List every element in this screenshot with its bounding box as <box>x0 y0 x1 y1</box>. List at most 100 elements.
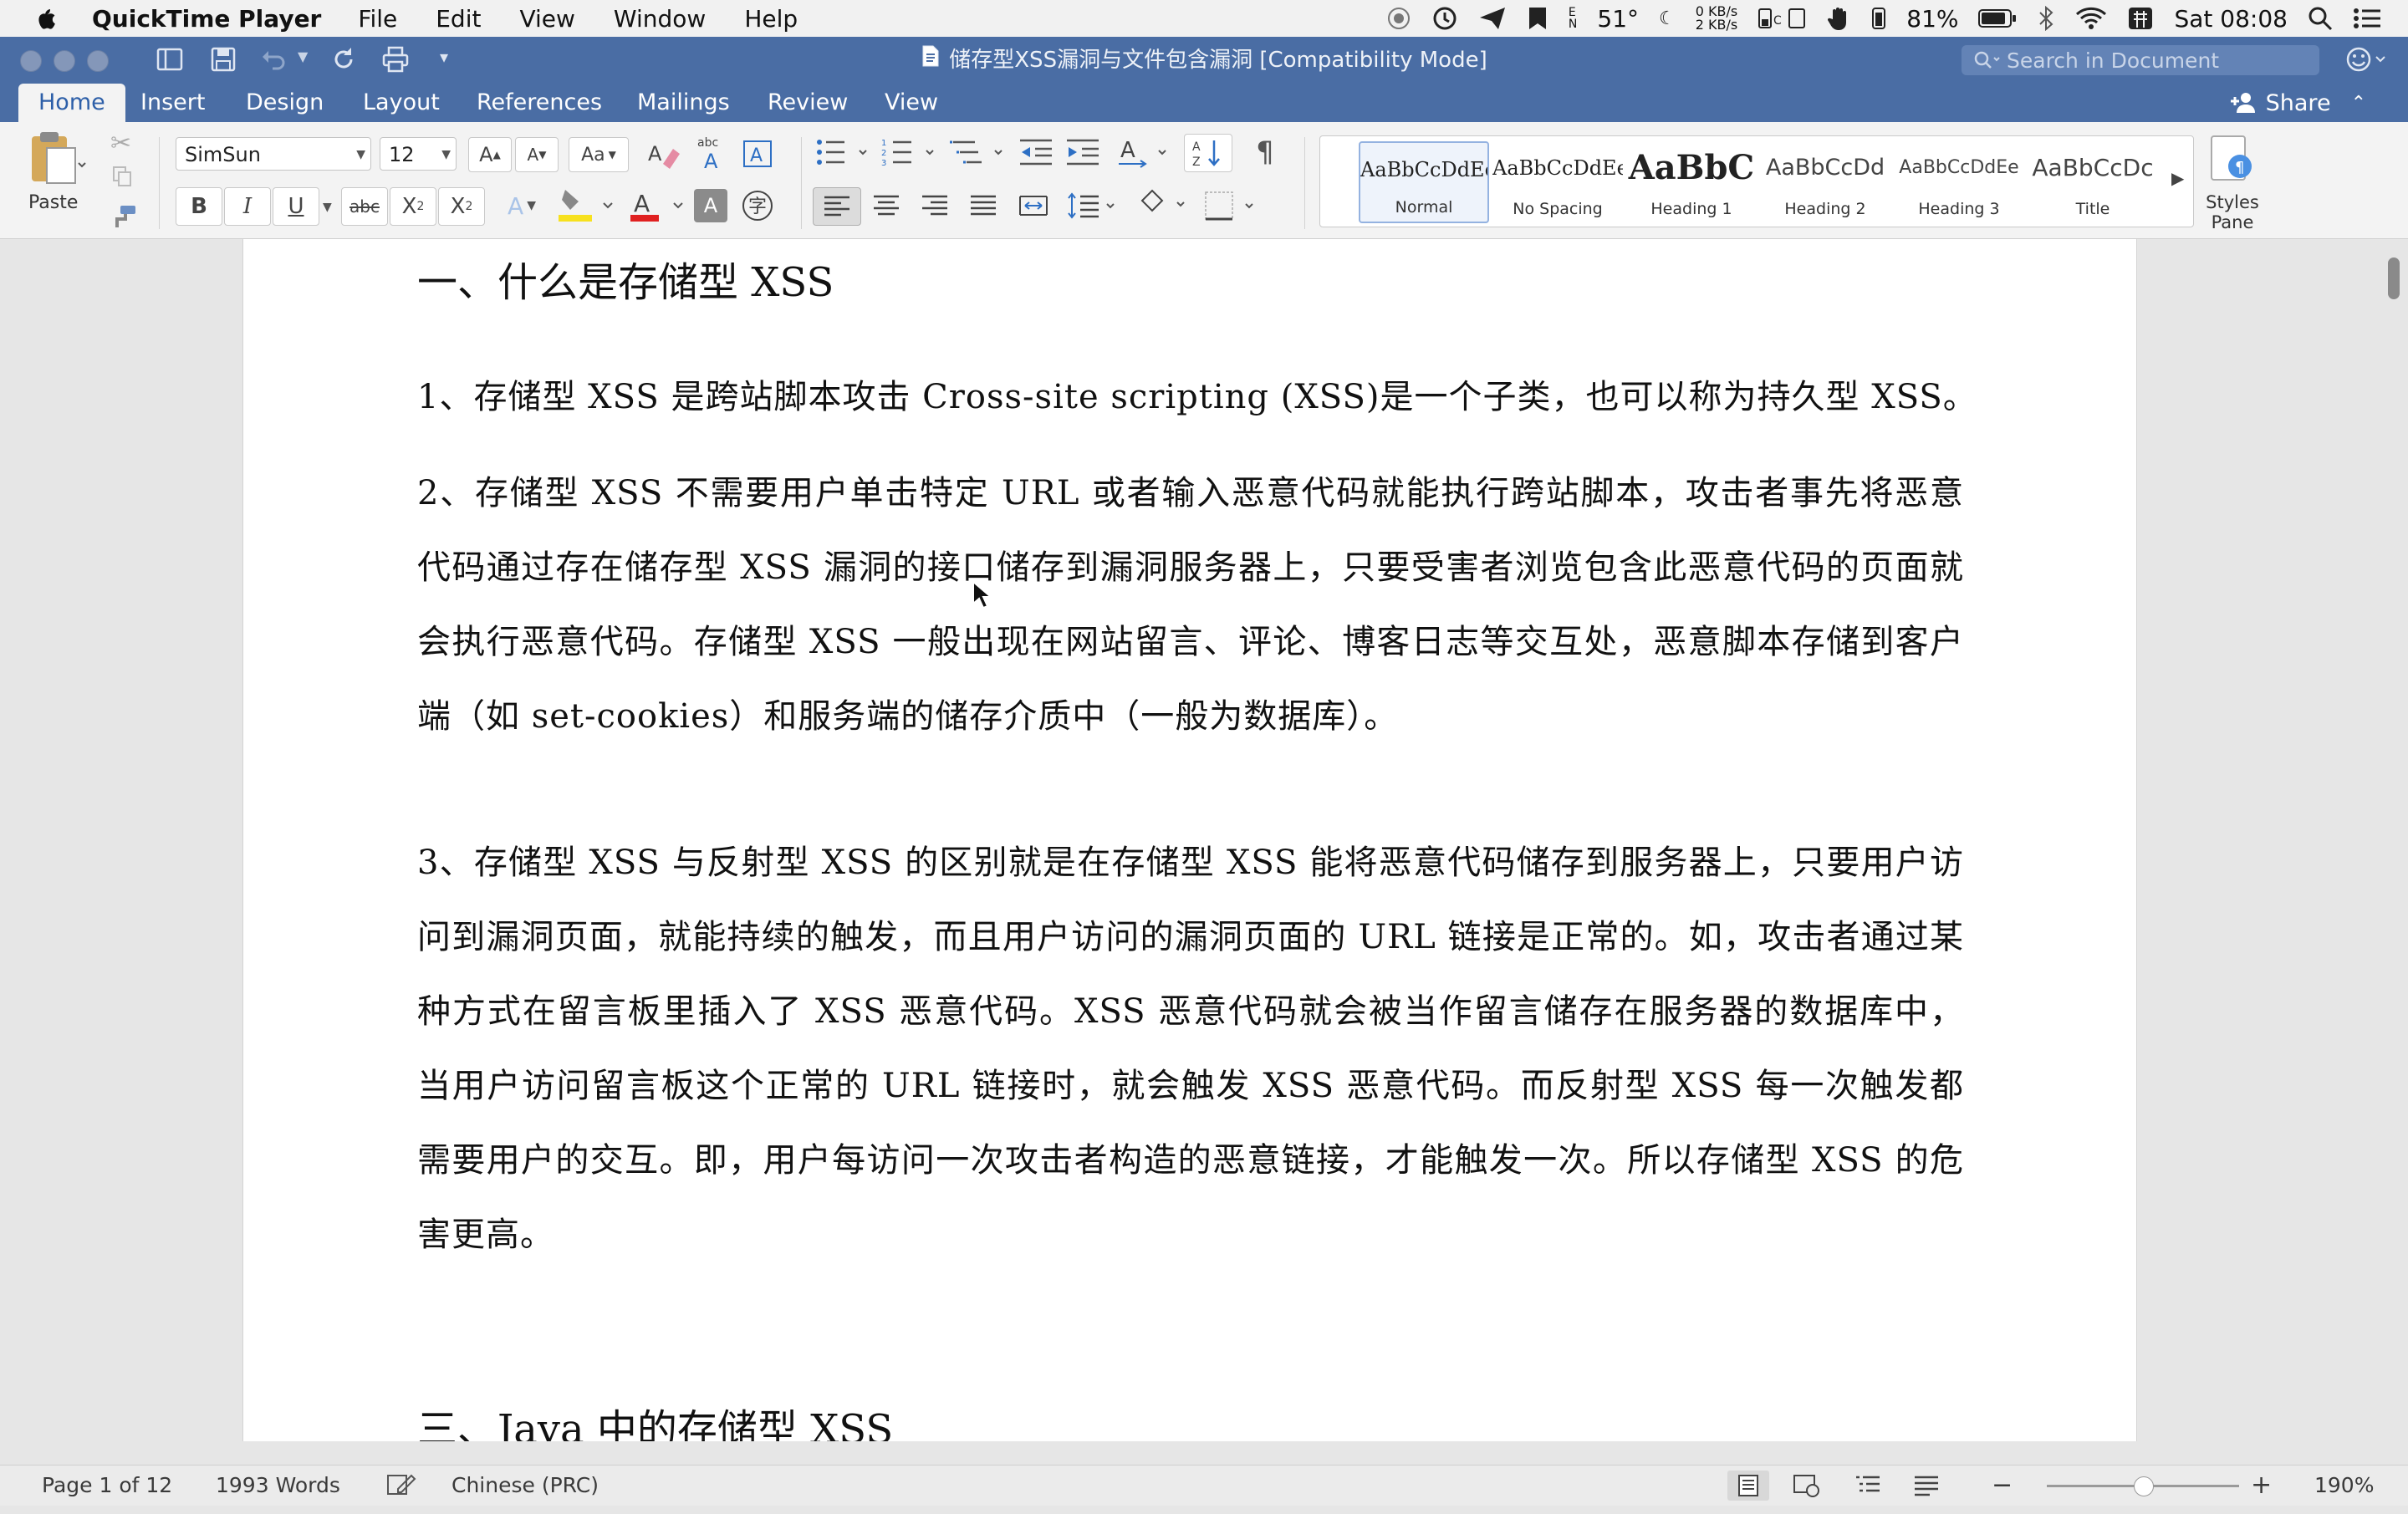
styles-pane-label[interactable]: Styles Pane <box>2199 192 2266 232</box>
strikethrough-button[interactable]: abc <box>341 187 388 226</box>
notification-center-icon[interactable] <box>2353 7 2381 30</box>
paragraph-3[interactable]: 3、存储型 XSS 与反射型 XSS 的区别就是在存储型 XSS 能将恶意代码储… <box>417 826 1964 1272</box>
network-speed[interactable]: 0 KB/s 2 KB/s <box>1696 5 1737 32</box>
text-effects-icon[interactable]: A ▼ <box>497 187 547 224</box>
style-normal[interactable]: AaBbCcDdEe Normal <box>1359 141 1489 223</box>
tab-view[interactable]: View <box>885 84 938 122</box>
zoom-slider-thumb[interactable] <box>2134 1476 2154 1496</box>
clock[interactable]: Sat 08:08 <box>2174 5 2288 33</box>
copy-icon[interactable] <box>112 166 134 191</box>
time-machine-icon[interactable] <box>1431 5 1458 32</box>
spotlight-icon[interactable] <box>2308 6 2333 31</box>
subscript-button[interactable]: X2 <box>390 187 436 226</box>
style-heading-1[interactable]: AaBbC Heading 1 <box>1626 141 1757 223</box>
memory-icon[interactable]: C <box>1758 6 1808 31</box>
cut-icon[interactable]: ✂ <box>110 129 131 158</box>
align-center-button[interactable] <box>863 187 910 224</box>
collapse-ribbon-icon[interactable]: ⌃ <box>2351 93 2366 114</box>
hand-icon[interactable] <box>1828 6 1851 31</box>
multilevel-list-icon[interactable] <box>948 134 1010 171</box>
line-spacing-icon[interactable] <box>1065 187 1124 224</box>
paragraph-shading-icon[interactable] <box>1132 184 1194 224</box>
language-indicator[interactable]: Chinese (PRC) <box>452 1466 599 1506</box>
paragraph-1[interactable]: 1、存储型 XSS 是跨站脚本攻击 Cross-site scripting (… <box>417 370 1977 418</box>
underline-dropdown-icon[interactable]: ▼ <box>323 201 332 214</box>
style-title[interactable]: AaBbCcDc Title <box>2028 141 2158 223</box>
tab-home[interactable]: Home <box>18 84 125 122</box>
heading-1[interactable]: 一、什么是存储型 XSS <box>417 249 1964 308</box>
phone-battery-icon[interactable] <box>1871 6 1886 31</box>
menu-view[interactable]: View <box>519 5 574 33</box>
font-color-icon[interactable]: A <box>624 184 691 226</box>
zoom-out-button[interactable]: − <box>1992 1466 2013 1506</box>
apple-icon[interactable] <box>33 6 59 31</box>
input-method-icon[interactable] <box>2127 6 2154 31</box>
sort-icon[interactable]: AZ <box>1184 134 1232 172</box>
paragraph-2[interactable]: 2、存储型 XSS 不需要用户单击特定 URL 或者输入恶意代码就能执行跨站脚本… <box>417 456 1964 754</box>
underline-button[interactable]: U <box>273 187 319 226</box>
enclose-characters-icon[interactable]: 字 <box>739 187 776 224</box>
bullets-icon[interactable] <box>813 134 875 171</box>
zoom-in-button[interactable]: + <box>2251 1466 2272 1506</box>
numbering-icon[interactable]: 123 <box>880 134 941 171</box>
wifi-icon[interactable] <box>2075 7 2107 30</box>
keyboard-icon[interactable]: EN <box>1569 7 1577 30</box>
web-layout-view-icon[interactable] <box>1789 1471 1823 1501</box>
decrease-font-size-button[interactable]: A ▼ <box>515 137 559 172</box>
menu-window[interactable]: Window <box>614 5 706 33</box>
temperature[interactable]: 51° <box>1597 5 1639 33</box>
vertical-scrollbar-thumb[interactable] <box>2388 257 2400 299</box>
text-direction-icon[interactable]: A <box>1115 134 1174 171</box>
record-icon[interactable] <box>1386 6 1411 31</box>
smiley-feedback-icon[interactable] <box>2344 45 2388 77</box>
battery-icon[interactable] <box>1978 8 2017 28</box>
italic-button[interactable]: I <box>224 187 271 226</box>
tab-references[interactable]: References <box>477 84 602 122</box>
print-layout-view-icon[interactable] <box>1727 1471 1769 1501</box>
increase-indent-icon[interactable] <box>1062 134 1104 171</box>
word-count[interactable]: 1993 Words <box>216 1466 340 1506</box>
style-no-spacing[interactable]: AaBbCcDdEe No Spacing <box>1492 141 1623 223</box>
style-heading-3[interactable]: AaBbCcDdEe Heading 3 <box>1894 141 2024 223</box>
document-canvas[interactable]: 一、什么是存储型 XSS 1、存储型 XSS 是跨站脚本攻击 Cross-sit… <box>0 239 2408 1441</box>
app-menu[interactable]: QuickTime Player <box>92 5 321 33</box>
bluetooth-icon[interactable] <box>2037 6 2055 31</box>
styles-pane-icon[interactable]: ¶ <box>2207 132 2254 186</box>
borders-icon[interactable] <box>1201 187 1263 224</box>
decrease-indent-icon[interactable] <box>1015 134 1057 171</box>
page-count[interactable]: Page 1 of 12 <box>42 1466 172 1506</box>
font-name-select[interactable]: SimSun ▼ <box>176 137 371 171</box>
change-case-button[interactable]: Aa ▼ <box>569 137 629 172</box>
clear-formatting-icon[interactable]: A <box>644 137 686 171</box>
character-shading-icon[interactable]: A <box>694 189 727 222</box>
distributed-icon[interactable] <box>1010 187 1057 224</box>
align-left-button[interactable] <box>813 187 861 226</box>
format-painter-icon[interactable] <box>109 204 137 232</box>
paper-plane-icon[interactable] <box>1478 6 1507 31</box>
share-button[interactable]: Share ⌃ <box>2229 84 2366 122</box>
phonetic-guide-icon[interactable]: abc A <box>691 134 732 172</box>
tab-design[interactable]: Design <box>246 84 324 122</box>
font-size-select[interactable]: 12 ▼ <box>380 137 457 171</box>
menu-edit[interactable]: Edit <box>436 5 481 33</box>
menu-file[interactable]: File <box>358 5 397 33</box>
tab-layout[interactable]: Layout <box>363 84 440 122</box>
bookmark-icon[interactable] <box>1527 6 1548 31</box>
character-border-icon[interactable]: A <box>739 137 776 171</box>
increase-font-size-button[interactable]: A ▲ <box>468 137 512 172</box>
proofing-icon[interactable] <box>386 1472 416 1502</box>
bold-button[interactable]: B <box>176 187 222 226</box>
tab-review[interactable]: Review <box>768 84 848 122</box>
styles-next-arrow-icon[interactable]: ▶ <box>2171 168 2184 188</box>
tab-mailings[interactable]: Mailings <box>637 84 730 122</box>
paste-button[interactable] <box>23 129 90 187</box>
battery-percent[interactable]: 81% <box>1906 5 1958 33</box>
search-document-field[interactable]: Search in Document <box>1962 45 2319 75</box>
superscript-button[interactable]: X2 <box>438 187 485 226</box>
tab-insert[interactable]: Insert <box>140 84 205 122</box>
moon-icon[interactable]: ☾ <box>1659 8 1676 29</box>
align-right-button[interactable] <box>911 187 958 224</box>
outline-view-icon[interactable] <box>1851 1471 1885 1501</box>
menu-help[interactable]: Help <box>744 5 798 33</box>
document-page[interactable]: 一、什么是存储型 XSS 1、存储型 XSS 是跨站脚本攻击 Cross-sit… <box>242 239 2137 1441</box>
